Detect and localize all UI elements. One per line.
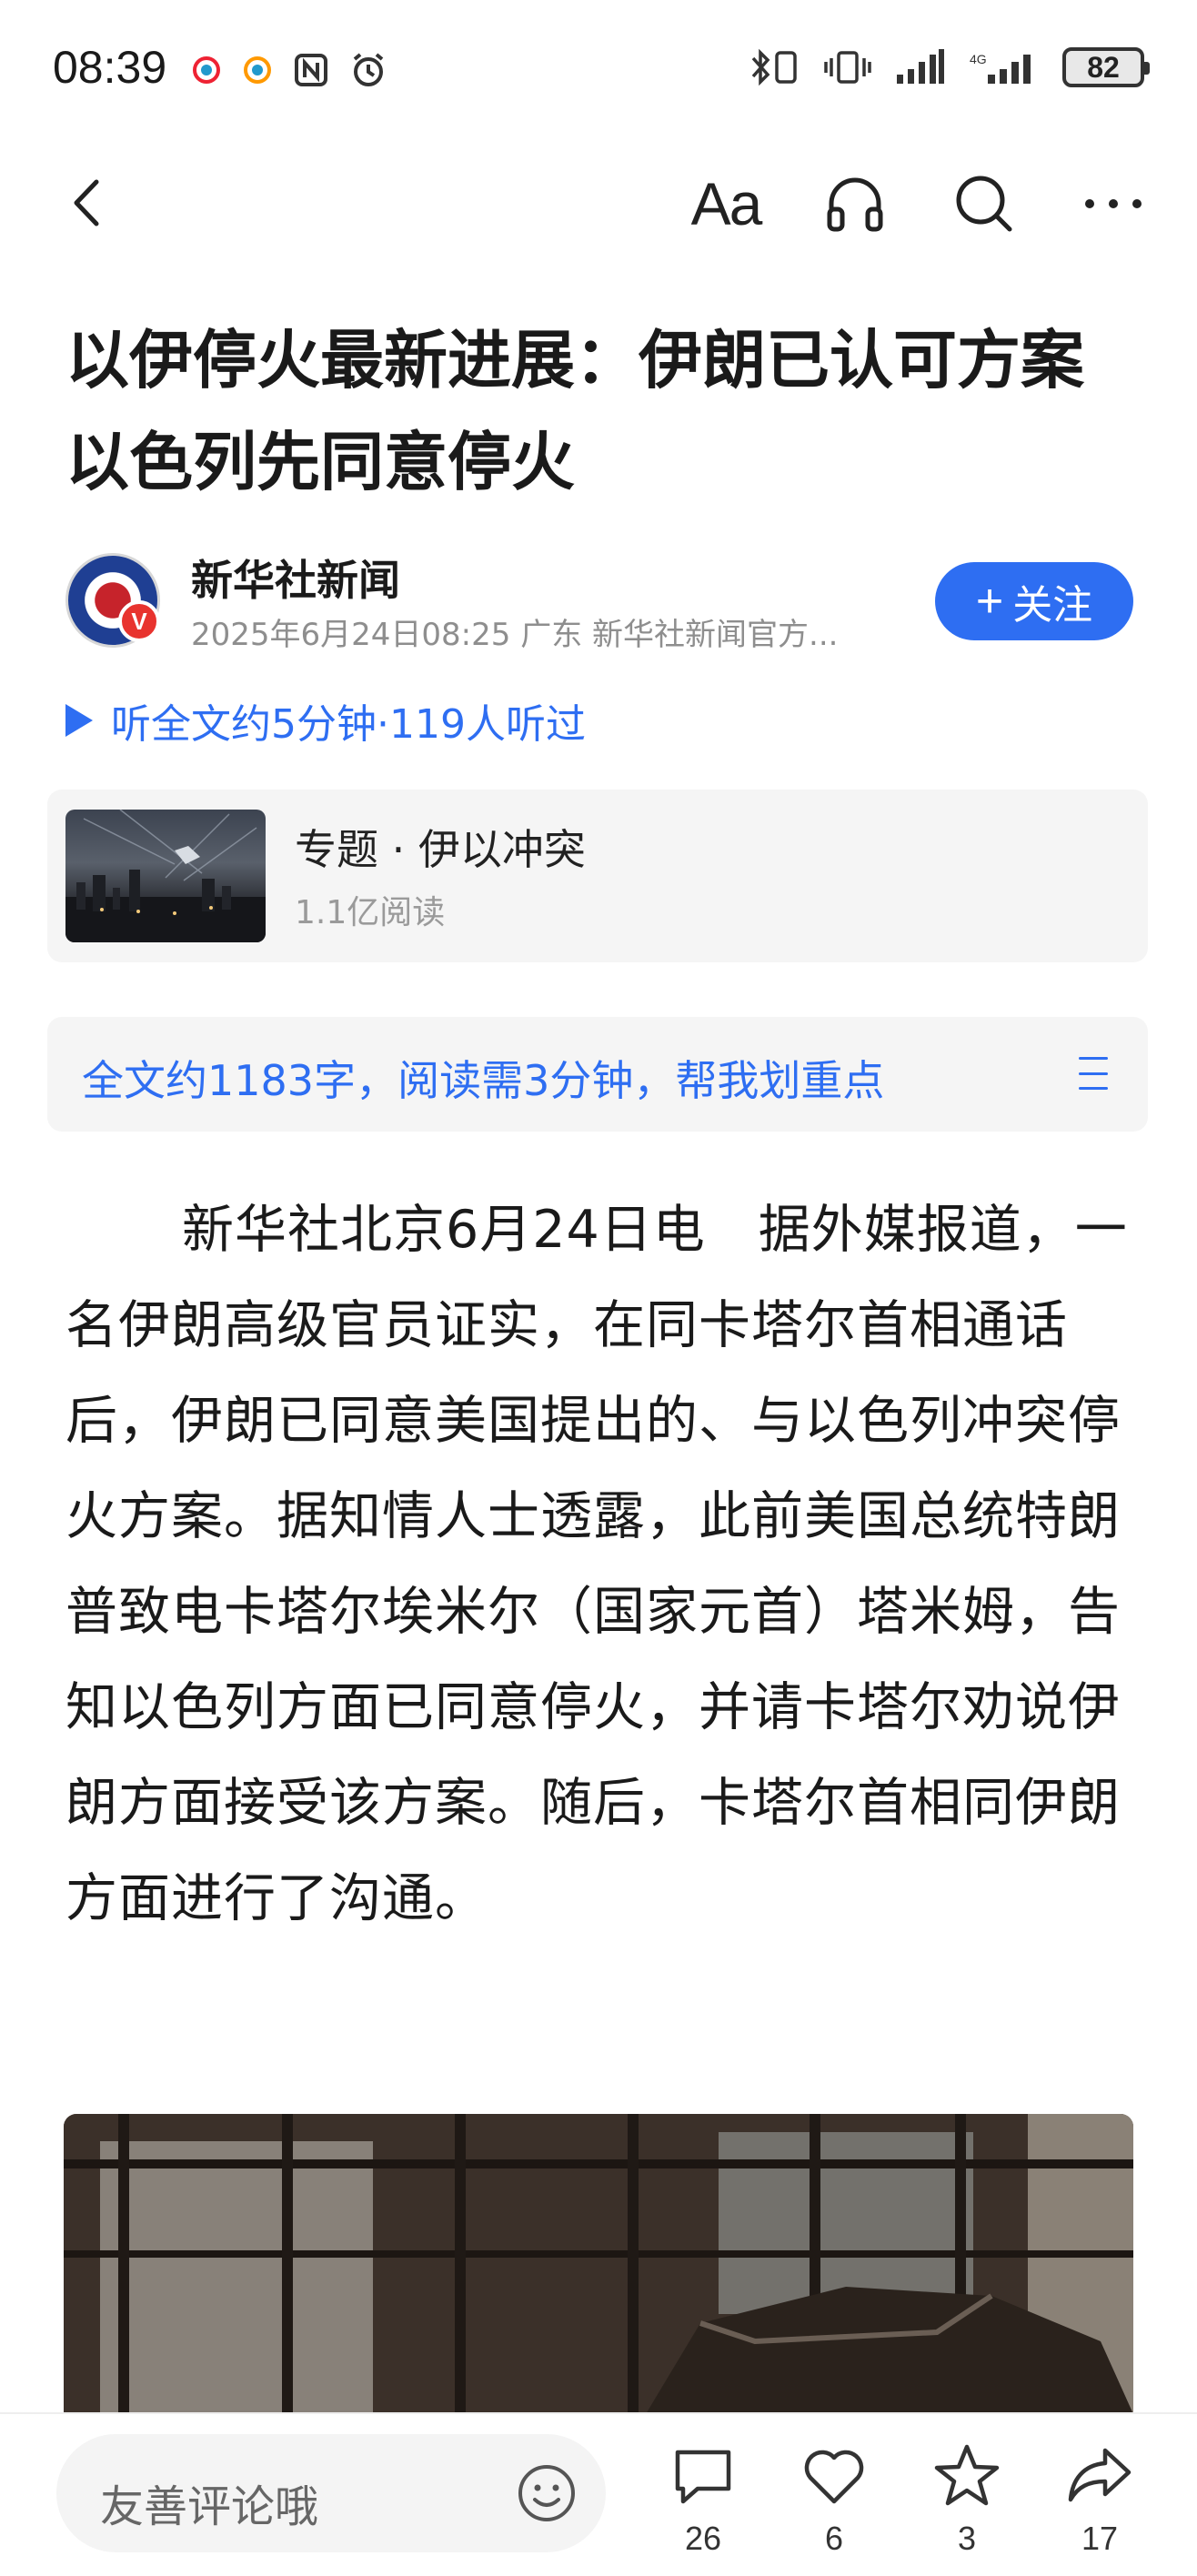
favorite-count: 3 [957, 2520, 977, 2557]
nfc-icon [295, 54, 327, 86]
article-photo[interactable] [64, 2114, 1133, 2414]
article-body: 新华社北京6月24日电 据外媒报道，一名伊朗高级官员证实，在同卡塔尔首相通话后，… [65, 1200, 1128, 1928]
emoji-icon[interactable] [517, 2463, 577, 2523]
signal-icon [897, 49, 944, 84]
comment-button[interactable]: 26 [653, 2441, 753, 2569]
search-icon [956, 176, 1012, 232]
vibrate-icon [824, 51, 871, 84]
headphones-icon [827, 177, 883, 232]
toolbar-actions: Aa [689, 167, 1150, 240]
play-icon [65, 704, 93, 737]
status-bar: 08:39 4G 82 [0, 0, 1197, 146]
app-notification-icon [244, 56, 271, 84]
article-toolbar: Aa [0, 155, 1197, 255]
like-count: 6 [824, 2520, 844, 2557]
comment-count: 26 [684, 2520, 722, 2557]
plus-icon: + [975, 575, 1004, 628]
system-status-icons: 4G 82 [748, 47, 1150, 87]
author-name[interactable]: 新华社新闻 [191, 548, 400, 608]
list-icon [1079, 1057, 1108, 1090]
bluetooth-icon [751, 48, 797, 86]
comment-icon [675, 2450, 731, 2504]
comment-placeholder: 友善评论哦 [100, 2481, 319, 2532]
share-count: 17 [1081, 2520, 1119, 2557]
signal-icon: 4G [970, 52, 1031, 84]
burned-building-image [64, 2114, 1133, 2414]
topic-thumbnail [65, 810, 266, 942]
font-size-icon: Aa [690, 170, 763, 237]
search-button[interactable] [948, 167, 1021, 240]
follow-label: 关注 [1012, 583, 1093, 628]
app-notification-icon [193, 56, 220, 84]
back-arrow-icon[interactable] [56, 171, 120, 235]
topic-card[interactable]: 专题 · 伊以冲突 1.1亿阅读 [47, 790, 1148, 962]
bottom-action-bar: 友善评论哦 26 6 3 17 [0, 2412, 1197, 2576]
follow-button[interactable]: + 关注 [935, 562, 1133, 640]
more-icon [1085, 199, 1142, 208]
battery-indicator: 82 [1062, 47, 1150, 87]
ai-summary-prompt[interactable]: 全文约1183字，阅读需3分钟，帮我划重点 [47, 1017, 1148, 1132]
verified-badge-icon: V [118, 600, 160, 642]
topic-read-count: 1.1亿阅读 [295, 894, 446, 931]
favorite-button[interactable]: 3 [917, 2441, 1017, 2569]
like-button[interactable]: 6 [784, 2441, 884, 2569]
star-icon [934, 2444, 1000, 2506]
share-icon [1068, 2448, 1132, 2502]
city-skyline-image [65, 810, 266, 942]
status-time: 08:39 [53, 42, 167, 93]
listen-label: 听全文约5分钟·119人听过 [111, 701, 586, 748]
notification-icons [191, 51, 387, 89]
more-button[interactable] [1077, 167, 1150, 240]
article-meta: 2025年6月24日08:25 广东 新华社新闻官方... [191, 617, 839, 653]
font-size-button[interactable]: Aa [689, 167, 763, 240]
topic-title: 专题 · 伊以冲突 [295, 825, 586, 874]
summary-prompt-text: 全文约1183字，阅读需3分钟，帮我划重点 [82, 1056, 885, 1105]
share-button[interactable]: 17 [1050, 2441, 1150, 2569]
comment-input[interactable]: 友善评论哦 [56, 2434, 606, 2552]
alarm-icon [353, 53, 384, 86]
listen-button[interactable] [819, 167, 891, 240]
article-title: 以伊停火最新进展：伊朗已认可方案 以色列先同意停火 [65, 323, 1084, 499]
listen-full-article[interactable]: 听全文约5分钟·119人听过 [65, 691, 586, 750]
heart-icon [804, 2450, 864, 2504]
article-page: 08:39 4G 82 Aa 以伊停火最新进展：伊朗已认可方案 以色列先同意停火… [0, 0, 1197, 2576]
svg-text:4G: 4G [970, 52, 987, 66]
